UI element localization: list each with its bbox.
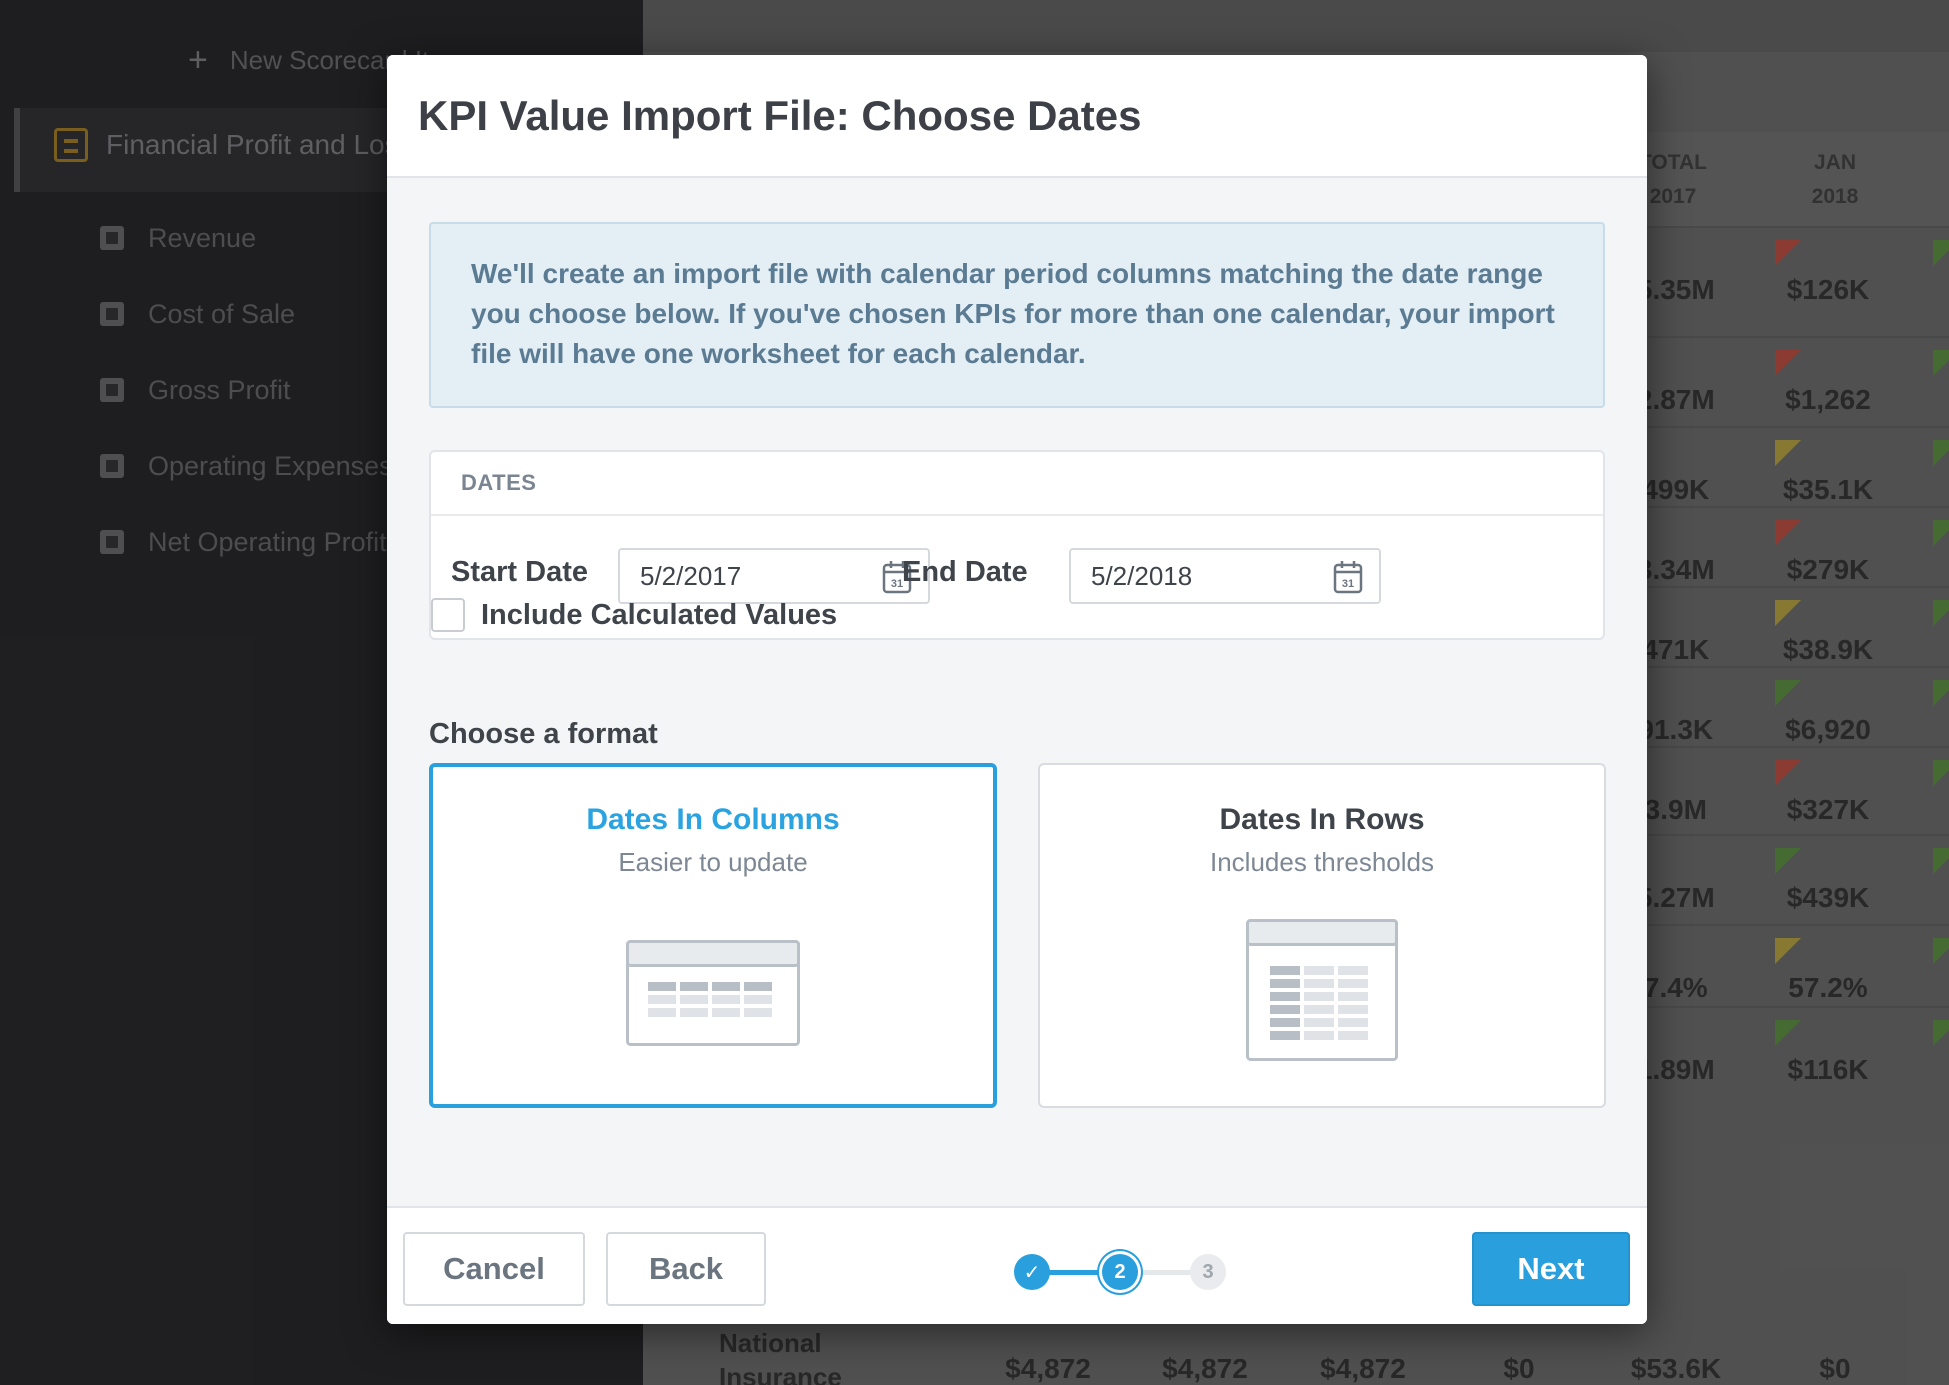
end-date-input[interactable] (1091, 560, 1311, 592)
dialog-header: KPI Value Import File: Choose Dates (387, 55, 1647, 178)
start-date-field[interactable]: 31 (618, 548, 930, 604)
step-3-pending: 3 (1190, 1254, 1226, 1290)
import-file-dialog: KPI Value Import File: Choose Dates We'l… (387, 55, 1647, 1324)
include-calculated-label[interactable]: Include Calculated Values (481, 599, 837, 632)
step-1-complete-check-icon: ✓ (1014, 1254, 1050, 1290)
calendar-icon[interactable]: 31 (1333, 560, 1363, 594)
dates-in-columns-table-icon (626, 940, 800, 1046)
wizard-stepper: ✓ 2 3 (1014, 1252, 1232, 1292)
start-date-input[interactable] (640, 560, 860, 592)
format-option-dates-in-rows[interactable]: Dates In Rows Includes thresholds (1038, 763, 1606, 1108)
dates-in-rows-table-icon (1246, 919, 1398, 1061)
format-option-name: Dates In Columns (586, 803, 840, 836)
dates-section-title: DATES (431, 452, 1603, 516)
end-date-field[interactable]: 31 (1069, 548, 1381, 604)
info-message: We'll create an import file with calenda… (429, 222, 1605, 408)
info-text: We'll create an import file with calenda… (471, 258, 1555, 369)
start-date-label: Start Date (451, 556, 588, 588)
include-calculated-checkbox[interactable] (431, 598, 465, 632)
format-option-subtitle: Includes thresholds (1209, 847, 1435, 877)
dialog-title: KPI Value Import File: Choose Dates (418, 91, 1142, 139)
next-button[interactable]: Next (1472, 1232, 1630, 1306)
dialog-footer: Cancel Back ✓ 2 3 Next (387, 1206, 1647, 1324)
dialog-body: We'll create an import file with calenda… (387, 178, 1647, 1206)
include-calculated-row[interactable]: Include Calculated Values (431, 598, 837, 632)
cancel-button[interactable]: Cancel (403, 1232, 585, 1306)
end-date-label: End Date (902, 556, 1028, 588)
back-button[interactable]: Back (606, 1232, 766, 1306)
step-2-current: 2 (1102, 1254, 1138, 1290)
format-option-dates-in-columns[interactable]: Dates In Columns Easier to update (429, 763, 997, 1108)
format-option-name: Dates In Rows (1219, 803, 1425, 836)
calendar-day-text: 31 (1342, 578, 1354, 590)
format-section-title: Choose a format (429, 718, 658, 750)
format-option-subtitle: Easier to update (618, 847, 808, 877)
